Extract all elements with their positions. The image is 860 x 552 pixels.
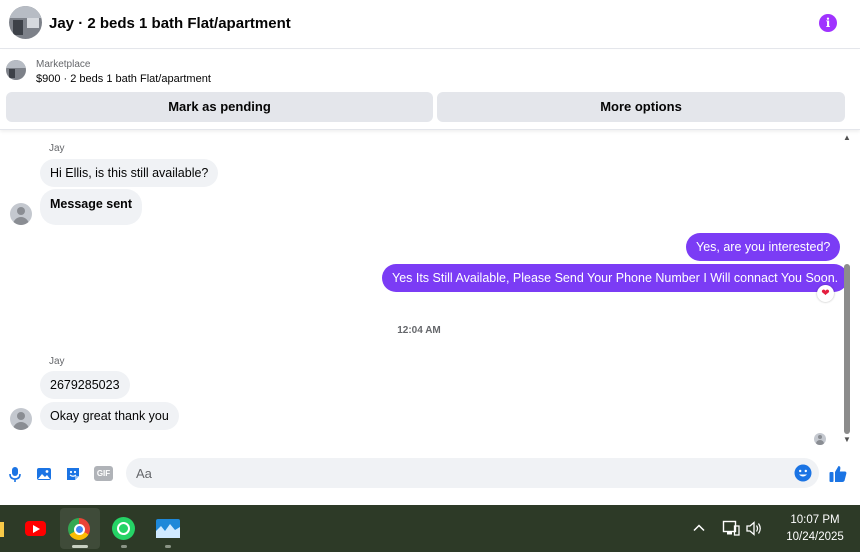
conversation-title[interactable]: Jay · 2 beds 1 bath Flat/apartment — [49, 15, 291, 32]
scroll-up-arrow-icon[interactable]: ▲ — [843, 134, 851, 142]
conversation-header: Jay · 2 beds 1 bath Flat/apartment i — [0, 0, 860, 49]
incoming-message[interactable]: Hi Ellis, is this still available? — [40, 159, 219, 187]
os-taskbar: 10:07 PM 10/24/2025 — [0, 505, 860, 552]
photos-icon[interactable] — [152, 505, 184, 552]
incoming-message[interactable]: Message sent — [40, 189, 142, 225]
scroll-down-arrow-icon[interactable]: ▼ — [843, 436, 851, 444]
message-input[interactable] — [136, 458, 786, 488]
seen-indicator-avatar — [814, 433, 826, 445]
heart-reaction-icon[interactable]: ❤ — [817, 285, 834, 302]
listing-avatar[interactable] — [9, 6, 42, 39]
sender-name: Jay — [49, 143, 65, 154]
chrome-icon[interactable] — [60, 508, 100, 549]
message-timestamp: 12:04 AM — [397, 325, 441, 336]
network-icon[interactable] — [722, 520, 740, 537]
sender-name: Jay — [49, 356, 65, 367]
photo-icon[interactable] — [35, 465, 53, 483]
message-thread: Jay Hi Ellis, is this still available? M… — [0, 131, 860, 453]
like-icon[interactable] — [828, 464, 848, 484]
messenger-window: Jay · 2 beds 1 bath Flat/apartment i Mar… — [0, 0, 860, 505]
more-options-button[interactable]: More options — [437, 92, 845, 122]
outgoing-message[interactable]: Yes, are you interested? — [686, 233, 841, 261]
listing-thumbnail[interactable] — [6, 60, 26, 80]
outgoing-message[interactable]: Yes Its Still Available, Please Send You… — [382, 264, 849, 292]
listing-detail[interactable]: $900 · 2 beds 1 bath Flat/apartment — [36, 73, 211, 85]
file-explorer-icon[interactable] — [0, 505, 4, 552]
sender-avatar[interactable] — [10, 408, 32, 430]
message-composer: GIF — [0, 455, 860, 495]
chevron-up-icon[interactable] — [692, 521, 706, 535]
volume-icon[interactable] — [745, 520, 763, 537]
taskbar-clock-date[interactable]: 10/24/2025 — [772, 531, 858, 543]
incoming-message[interactable]: Okay great thank you — [40, 402, 179, 430]
info-icon[interactable]: i — [819, 14, 837, 32]
youtube-icon[interactable] — [22, 505, 50, 552]
whatsapp-icon[interactable] — [108, 505, 138, 552]
microphone-icon[interactable] — [6, 465, 24, 483]
incoming-message[interactable]: 2679285023 — [40, 371, 130, 399]
taskbar-clock-time[interactable]: 10:07 PM — [772, 514, 858, 526]
gif-icon[interactable]: GIF — [94, 466, 113, 481]
marketplace-label: Marketplace — [36, 59, 91, 70]
scrollbar-thumb[interactable] — [844, 264, 850, 434]
message-input-box[interactable] — [126, 458, 819, 488]
marketplace-listing-banner: Marketplace $900 · 2 beds 1 bath Flat/ap… — [0, 50, 860, 130]
emoji-icon[interactable] — [794, 464, 812, 482]
sender-avatar[interactable] — [10, 203, 32, 225]
sticker-icon[interactable] — [64, 465, 82, 483]
mark-as-pending-button[interactable]: Mark as pending — [6, 92, 433, 122]
